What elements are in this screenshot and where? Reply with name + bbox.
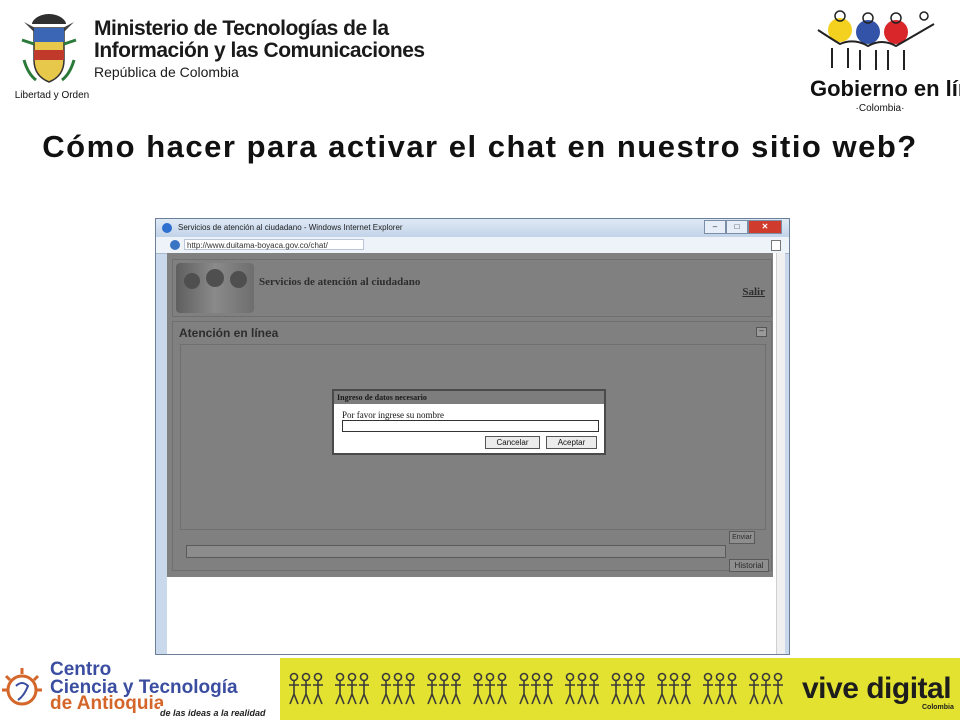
ministerio-name: Ministerio de Tecnologías de la Informac…: [94, 17, 425, 81]
ministerio-line2: Información y las Comunicaciones: [94, 39, 425, 62]
ccta-sun-icon: [2, 668, 42, 706]
vive-digital-banner: vive digital Colombia: [280, 658, 960, 720]
collapse-button[interactable]: –: [756, 327, 767, 337]
maximize-icon: □: [734, 222, 740, 231]
gobierno-en-linea-logo: Gobierno en línea ·Colombia·: [810, 8, 960, 118]
ccta-banner: Centro Ciencia y Tecnología de Antioquia…: [0, 658, 280, 720]
vertical-scrollbar[interactable]: [776, 253, 785, 654]
site-header-panel: Servicios de atención al ciudadano Salir: [172, 259, 772, 317]
salir-link[interactable]: Salir: [742, 286, 765, 298]
gobierno-en-linea-text: Gobierno en línea: [810, 76, 960, 101]
message-input[interactable]: [186, 545, 726, 558]
people-figures-icon: [289, 672, 784, 705]
crest-caption: Libertad y Orden: [14, 90, 90, 101]
gobierno-en-linea-colombia: ·Colombia·: [855, 103, 905, 114]
historial-button[interactable]: Historial: [729, 559, 769, 572]
maximize-button[interactable]: □: [726, 220, 748, 234]
page-icon[interactable]: [771, 240, 781, 251]
dialog-title: Ingreso de datos necesario: [334, 391, 604, 404]
window-title: Servicios de atención al ciudadano - Win…: [178, 223, 403, 232]
ccta-line3: de Antioquia: [50, 693, 165, 714]
gobierno-en-linea-figures-icon: [817, 10, 935, 70]
vive-digital-colombia: Colombia: [922, 704, 954, 711]
enviar-button[interactable]: Enviar: [729, 531, 755, 544]
vive-digital-text: vive digital: [802, 672, 952, 705]
internet-explorer-icon: [162, 223, 172, 233]
ministerio-line1: Ministerio de Tecnologías de la: [94, 17, 389, 40]
cancelar-button[interactable]: Cancelar: [485, 436, 540, 449]
browser-content: Servicios de atención al ciudadano Salir…: [167, 253, 785, 654]
browser-window: Servicios de atención al ciudadano - Win…: [155, 218, 790, 655]
dialog-label: Por favor ingrese su nombre: [342, 410, 444, 420]
chat-panel-title: Atención en línea: [179, 326, 279, 340]
site-header-title: Servicios de atención al ciudadano: [259, 276, 421, 288]
aceptar-button[interactable]: Aceptar: [546, 436, 597, 449]
name-input-dialog: Ingreso de datos necesario Por favor ing…: [332, 389, 606, 455]
ministerio-line3: República de Colombia: [94, 64, 239, 80]
customer-service-photo: [176, 263, 254, 313]
slide-title: Cómo hacer para activar el chat en nuest…: [42, 129, 918, 164]
minimize-icon: –: [712, 222, 718, 231]
ministerio-logo: Libertad y Orden Ministerio de Tecnologí…: [14, 10, 425, 104]
ccta-tagline: de las ideas a la realidad: [160, 706, 280, 720]
page-globe-icon: [170, 240, 180, 250]
close-icon: ✕: [761, 222, 769, 231]
name-input[interactable]: [342, 420, 599, 432]
close-button[interactable]: ✕: [748, 220, 782, 234]
window-titlebar: Servicios de atención al ciudadano - Win…: [156, 219, 789, 237]
minimize-button[interactable]: –: [704, 220, 726, 234]
address-bar: http://www.duitama-boyaca.gov.co/chat/: [156, 237, 789, 254]
url-field[interactable]: http://www.duitama-boyaca.gov.co/chat/: [184, 239, 364, 250]
